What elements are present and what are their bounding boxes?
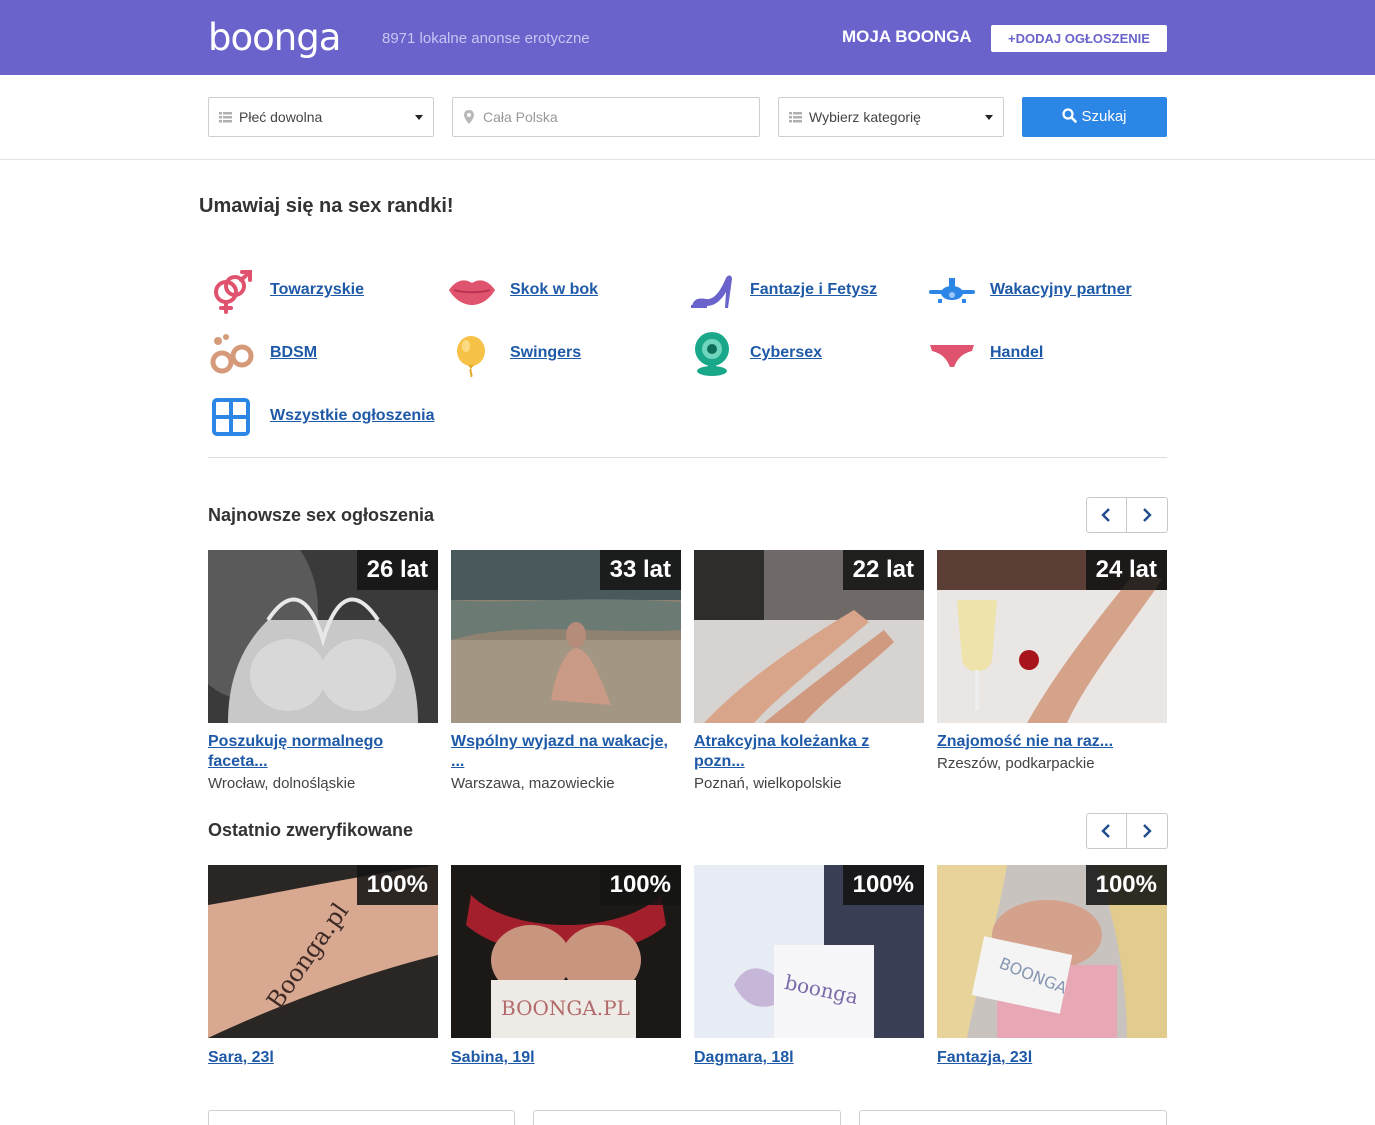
search-icon bbox=[1062, 108, 1078, 123]
grid-icon bbox=[208, 394, 256, 440]
lips-icon bbox=[448, 268, 496, 314]
profile-name-link[interactable]: Fantazja, 23l bbox=[937, 1048, 1167, 1068]
ad-title[interactable]: Wspólny wyjazd na wakacje, ... bbox=[451, 732, 681, 772]
next-button[interactable] bbox=[1127, 814, 1167, 848]
category-handel[interactable]: Handel bbox=[928, 331, 1128, 377]
category-wakacyjny-partner[interactable]: Wakacyjny partner bbox=[928, 268, 1158, 314]
verification-sign: BOONGA.PL bbox=[501, 996, 630, 1020]
search-button-label: Szukaj bbox=[1081, 108, 1127, 125]
webcam-icon bbox=[688, 331, 736, 377]
list-icon bbox=[789, 98, 802, 151]
location-input[interactable]: Cała Polska bbox=[452, 97, 760, 137]
chevron-left-icon bbox=[1101, 508, 1110, 522]
ad-location: Wrocław, dolnośląskie bbox=[208, 775, 356, 792]
verified-card[interactable]: BOONGA 100% Fantazja, 23l bbox=[937, 865, 1167, 1070]
prev-button[interactable] bbox=[1087, 814, 1127, 848]
next-button[interactable] bbox=[1127, 498, 1167, 532]
chevron-right-icon bbox=[1143, 824, 1152, 838]
ad-title[interactable]: Poszukuję normalnego faceta... bbox=[208, 732, 438, 772]
category-label: Fantazje i Fetysz bbox=[750, 281, 878, 298]
age-badge: 24 lat bbox=[1085, 550, 1167, 590]
search-button[interactable]: Szukaj bbox=[1022, 97, 1167, 137]
verified-badge: 100% bbox=[1085, 865, 1167, 905]
newest-pager bbox=[1086, 497, 1168, 533]
category-select[interactable]: Wybierz kategorię bbox=[778, 97, 1004, 137]
verified-badge: 100% bbox=[599, 865, 681, 905]
bottom-panel bbox=[533, 1110, 841, 1125]
category-label: BDSM bbox=[270, 344, 318, 361]
newest-section-title: Najnowsze sex ogłoszenia bbox=[208, 505, 435, 525]
verified-card[interactable]: boonga 100% Dagmara, 18l bbox=[694, 865, 924, 1070]
category-label: Handel bbox=[990, 344, 1044, 361]
category-swingers[interactable]: Swingers bbox=[448, 331, 648, 378]
divider bbox=[208, 457, 1167, 458]
add-ad-button[interactable]: +DODAJ OGŁOSZENIE bbox=[991, 25, 1167, 52]
underwear-icon bbox=[928, 331, 976, 377]
chevron-left-icon bbox=[1101, 824, 1110, 838]
profile-name-link[interactable]: Sabina, 19l bbox=[451, 1048, 681, 1068]
sex-select[interactable]: Płeć dowolna bbox=[208, 97, 434, 137]
airplane-icon bbox=[928, 268, 976, 314]
ad-title[interactable]: Atrakcyjna koleżanka z pozn... bbox=[694, 732, 924, 772]
category-towarzyskie[interactable]: Towarzyskie bbox=[208, 268, 408, 314]
caret-down-icon bbox=[415, 115, 423, 120]
ad-card[interactable]: 22 lat Atrakcyjna koleżanka z pozn... Po… bbox=[694, 550, 924, 795]
ad-card[interactable]: 33 lat Wspólny wyjazd na wakacje, ... Wa… bbox=[451, 550, 681, 795]
chevron-right-icon bbox=[1143, 508, 1152, 522]
handcuffs-icon bbox=[208, 331, 256, 377]
high-heel-icon bbox=[688, 268, 736, 314]
category-label: Skok w bok bbox=[510, 281, 599, 298]
search-bar: Płeć dowolna Cała Polska Wybierz kategor… bbox=[0, 75, 1375, 160]
category-label: Wszystkie ogłoszenia bbox=[270, 407, 435, 424]
category-select-value: Wybierz kategorię bbox=[809, 109, 921, 125]
age-badge: 26 lat bbox=[356, 550, 438, 590]
category-cybersex[interactable]: Cybersex bbox=[688, 331, 888, 377]
verified-card[interactable]: BOONGA.PL 100% Sabina, 19l bbox=[451, 865, 681, 1070]
category-skok-w-bok[interactable]: Skok w bok bbox=[448, 268, 648, 314]
map-marker-icon bbox=[463, 98, 475, 151]
balloon-icon bbox=[448, 331, 496, 378]
location-placeholder: Cała Polska bbox=[483, 109, 558, 125]
ad-location: Poznań, wielkopolskie bbox=[694, 775, 842, 792]
bottom-panel bbox=[859, 1110, 1167, 1125]
category-label: Cybersex bbox=[750, 344, 823, 361]
ad-card[interactable]: 26 lat Poszukuję normalnego faceta... Wr… bbox=[208, 550, 438, 795]
category-label: Towarzyskie bbox=[270, 281, 364, 298]
category-fantazje-i-fetysz[interactable]: Fantazje i Fetysz bbox=[688, 268, 888, 314]
verified-pager bbox=[1086, 813, 1168, 849]
category-label: Wakacyjny partner bbox=[990, 281, 1132, 298]
age-badge: 33 lat bbox=[599, 550, 681, 590]
page-headline: Umawiaj się na sex randki! bbox=[199, 195, 454, 217]
caret-down-icon bbox=[985, 115, 993, 120]
category-all[interactable]: Wszystkie ogłoszenia bbox=[208, 394, 448, 440]
my-account-link[interactable]: MOJA BOONGA bbox=[842, 27, 972, 47]
logo[interactable]: boonga bbox=[208, 18, 341, 58]
list-icon bbox=[219, 98, 232, 151]
sex-select-value: Płeć dowolna bbox=[239, 109, 323, 125]
verified-card[interactable]: Boonga.pl 100% Sara, 23l bbox=[208, 865, 438, 1070]
ad-title[interactable]: Znajomość nie na raz... bbox=[937, 732, 1167, 752]
profile-name-link[interactable]: Sara, 23l bbox=[208, 1048, 438, 1068]
profile-name-link[interactable]: Dagmara, 18l bbox=[694, 1048, 924, 1068]
ad-card[interactable]: 24 lat Znajomość nie na raz... Rzeszów, … bbox=[937, 550, 1167, 775]
verified-badge: 100% bbox=[356, 865, 438, 905]
ad-location: Warszawa, mazowieckie bbox=[451, 775, 615, 792]
bottom-panel bbox=[208, 1110, 515, 1125]
age-badge: 22 lat bbox=[842, 550, 924, 590]
verified-badge: 100% bbox=[842, 865, 924, 905]
category-bdsm[interactable]: BDSM bbox=[208, 331, 408, 377]
top-bar: boonga 8971 lokalne anonse erotyczne MOJ… bbox=[0, 0, 1375, 75]
gender-symbols-icon bbox=[208, 268, 256, 314]
ad-location: Rzeszów, podkarpackie bbox=[937, 755, 1095, 772]
prev-button[interactable] bbox=[1087, 498, 1127, 532]
tagline: 8971 lokalne anonse erotyczne bbox=[382, 30, 590, 47]
verified-section-title: Ostatnio zweryfikowane bbox=[208, 820, 414, 840]
category-label: Swingers bbox=[510, 344, 582, 361]
